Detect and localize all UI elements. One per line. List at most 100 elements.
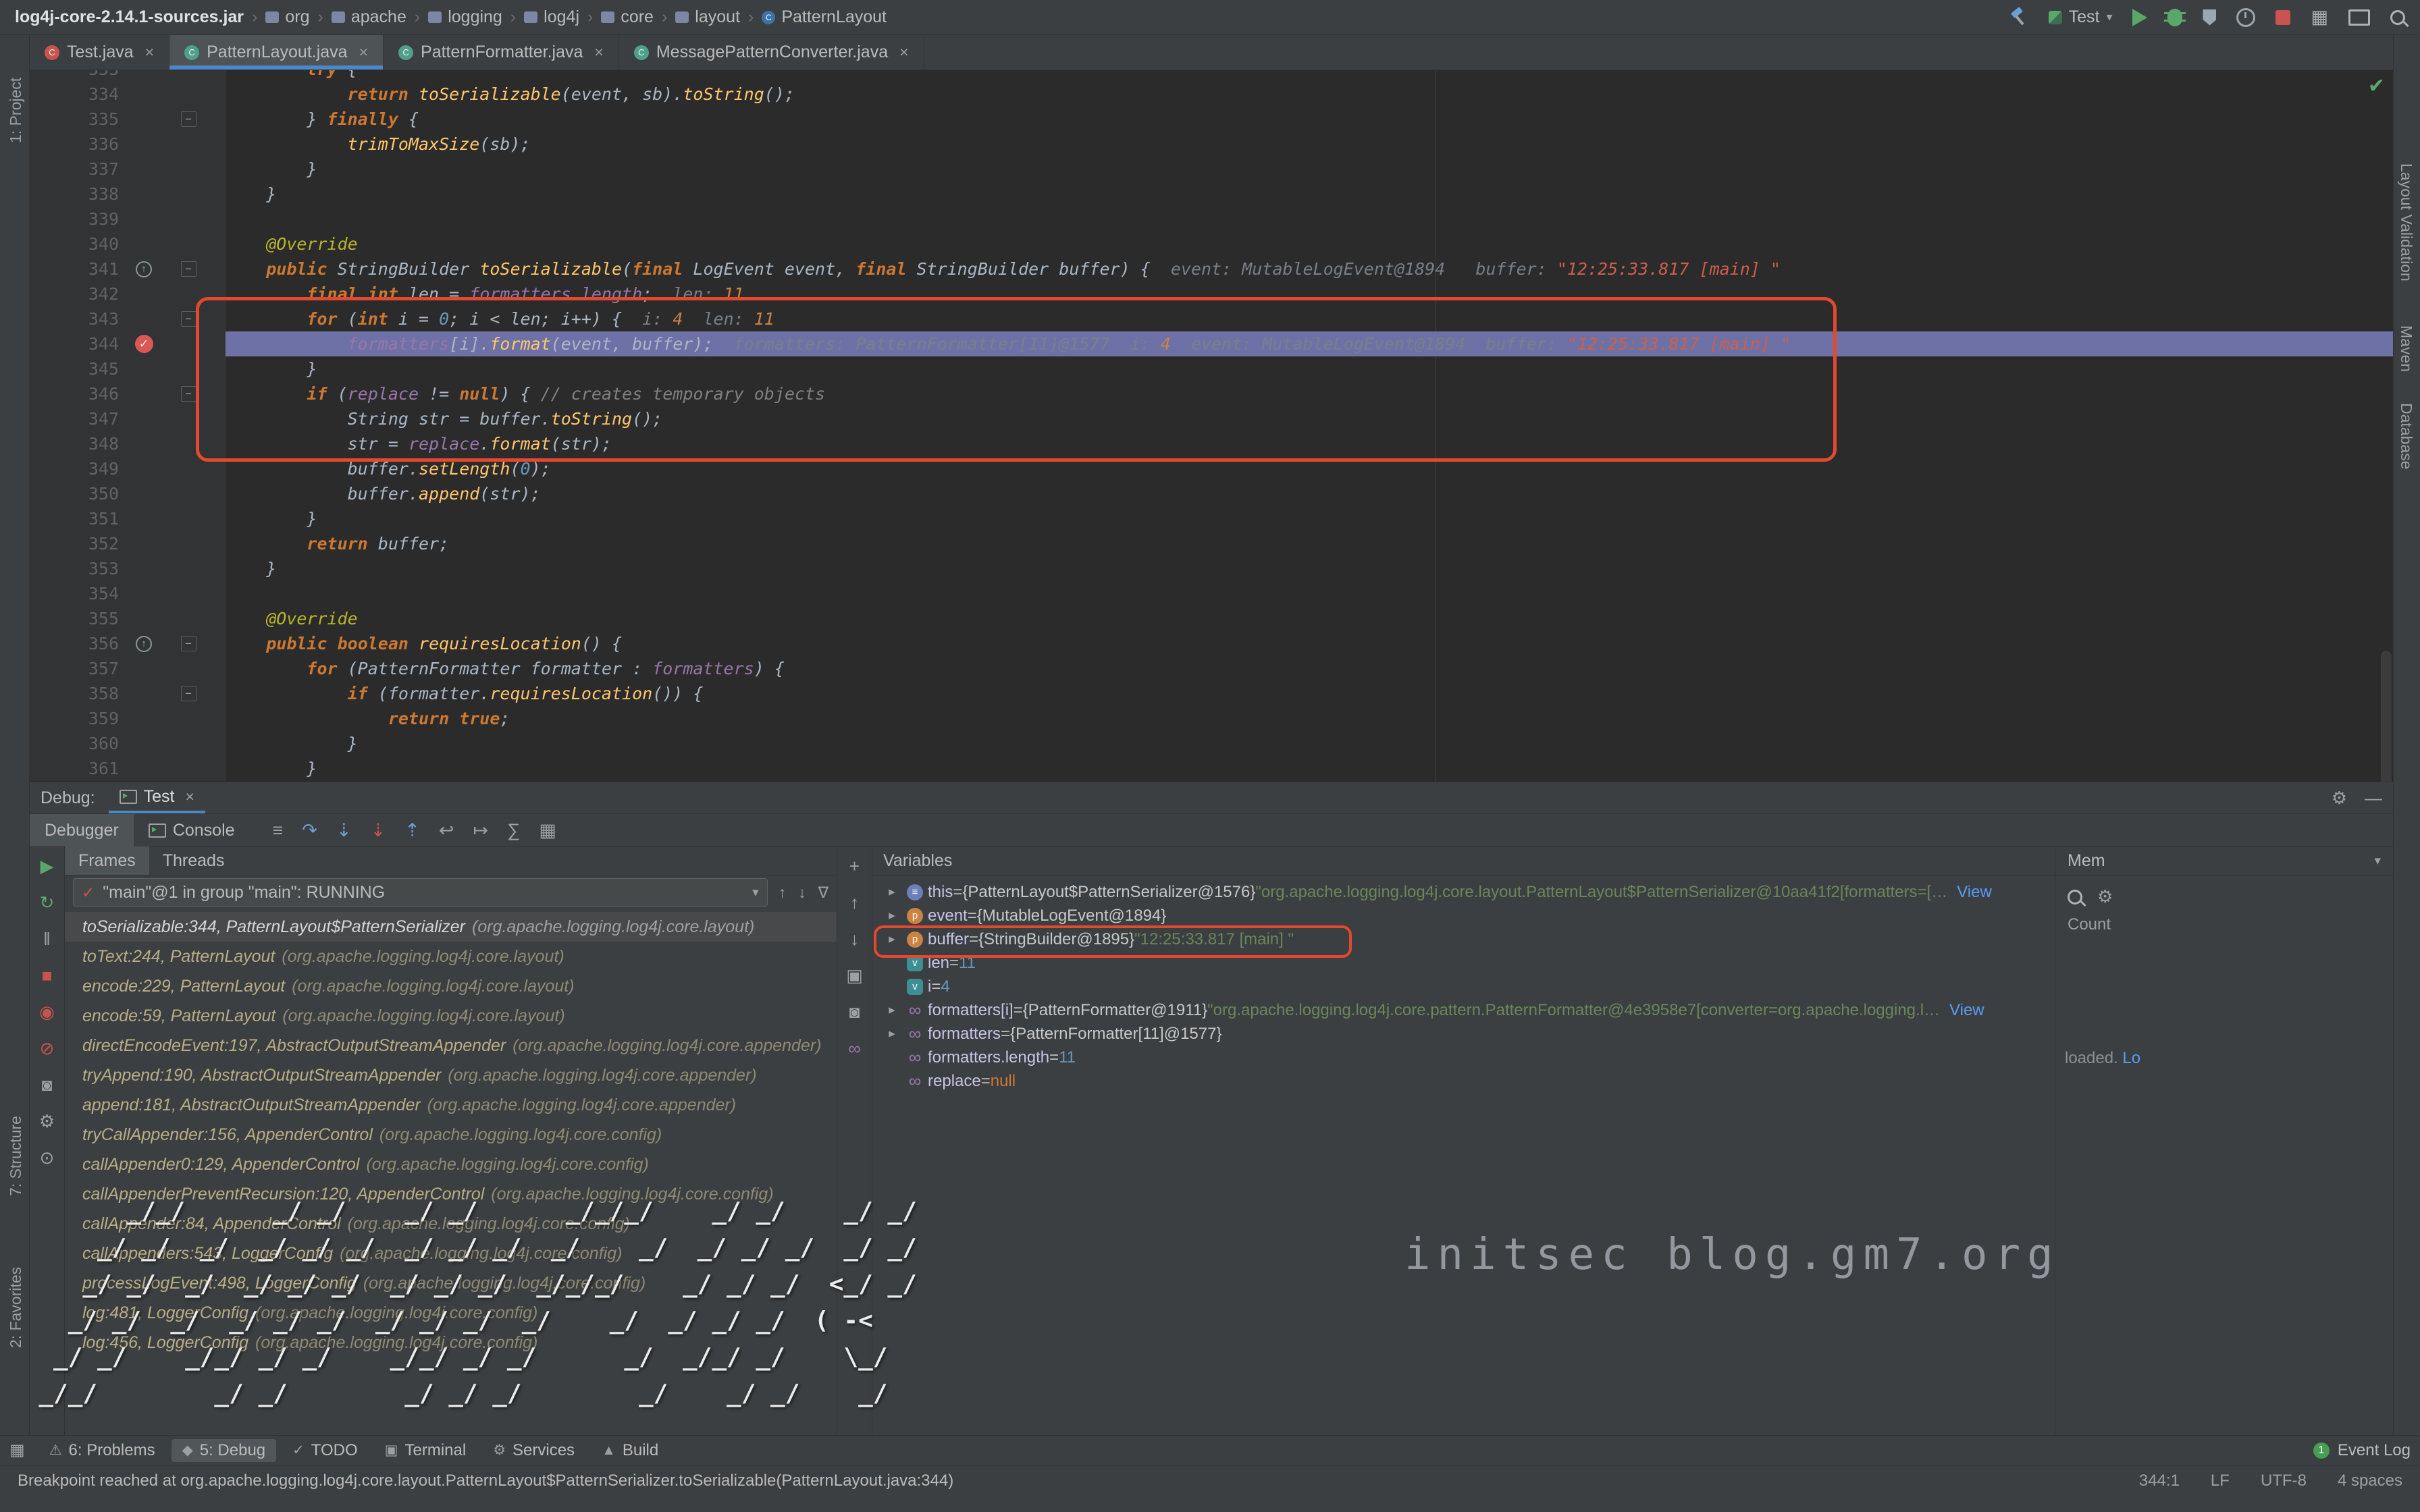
expand-chevron-icon[interactable]: ▸ bbox=[882, 884, 902, 900]
gear-icon[interactable]: ⚙ bbox=[2332, 788, 2347, 809]
pause-icon[interactable]: ‖ bbox=[43, 929, 51, 950]
fold-icon[interactable]: − bbox=[181, 261, 196, 277]
sidebar-item-favorites[interactable]: 2: Favorites bbox=[7, 1267, 25, 1348]
line-number[interactable]: 334 bbox=[30, 82, 119, 107]
watch-values-icon[interactable]: ∞ bbox=[848, 1038, 861, 1059]
toolwindow-button[interactable]: ⚠6: Problems bbox=[38, 1439, 166, 1462]
editor-scrollbar[interactable] bbox=[2381, 651, 2392, 782]
sidebar-item-project[interactable]: 1: Project bbox=[7, 78, 25, 143]
line-number[interactable]: 336 bbox=[30, 132, 119, 157]
line-number[interactable]: 337 bbox=[30, 157, 119, 182]
run-to-cursor-icon[interactable]: ↦ bbox=[473, 820, 488, 841]
code-text[interactable]: } bbox=[226, 157, 2393, 182]
code-text[interactable]: } bbox=[226, 506, 2393, 531]
pin-icon[interactable]: ⊙ bbox=[40, 1148, 55, 1168]
close-tab-icon[interactable]: × bbox=[145, 43, 154, 61]
rerun-icon[interactable]: ↻ bbox=[40, 892, 55, 913]
tab-frames[interactable]: Frames bbox=[65, 846, 149, 875]
profiler-icon[interactable] bbox=[2236, 8, 2255, 27]
navigate-up-icon[interactable]: ↑ bbox=[850, 892, 859, 913]
stack-frame-row[interactable]: callAppender:84, AppenderControl(org.apa… bbox=[65, 1209, 837, 1239]
code-text[interactable]: } bbox=[226, 556, 2393, 581]
resume-icon[interactable]: ▶ bbox=[41, 856, 54, 877]
expand-chevron-icon[interactable]: ▸ bbox=[882, 908, 902, 923]
sidebar-item-structure[interactable]: 7: Structure bbox=[7, 1116, 25, 1196]
thread-selector[interactable]: ✓ "main"@1 in group "main": RUNNING ▾ bbox=[73, 878, 768, 907]
stack-frame-row[interactable]: encode:59, PatternLayout(org.apache.logg… bbox=[65, 1001, 837, 1031]
navigate-down-icon[interactable]: ↓ bbox=[850, 929, 859, 950]
step-over-icon[interactable]: ↷ bbox=[302, 820, 317, 841]
code-text[interactable]: } bbox=[226, 356, 2393, 381]
breadcrumb-item[interactable]: log4j-core-2.14.1-sources.jar bbox=[15, 7, 244, 27]
breadcrumb-item[interactable]: apache bbox=[332, 7, 406, 27]
fold-icon[interactable]: − bbox=[181, 111, 196, 127]
code-text[interactable] bbox=[226, 207, 2393, 232]
view-link[interactable]: View bbox=[1957, 883, 1992, 902]
variable-row[interactable]: ▸∞formatters = {PatternFormatter[11]@157… bbox=[872, 1022, 2055, 1046]
override-method-icon[interactable]: ↑ bbox=[136, 261, 152, 277]
code-text[interactable]: } finally { bbox=[226, 107, 2393, 132]
line-number[interactable]: 354 bbox=[30, 581, 119, 606]
variable-row[interactable]: ▸∞formatters[i] = {PatternFormatter@1911… bbox=[872, 998, 2055, 1022]
restore-layout-icon[interactable]: ≡ bbox=[273, 820, 284, 841]
code-text[interactable]: str = replace.format(str); bbox=[226, 431, 2393, 456]
line-number[interactable]: 359 bbox=[30, 706, 119, 731]
breadcrumb-item[interactable]: logging bbox=[428, 7, 502, 27]
toolwindow-switcher-icon[interactable]: ▦ bbox=[9, 1440, 25, 1460]
expand-chevron-icon[interactable]: ▸ bbox=[882, 1002, 902, 1018]
line-number[interactable]: 357 bbox=[30, 656, 119, 681]
sidebar-item-database[interactable]: Database bbox=[2397, 403, 2415, 469]
next-frame-icon[interactable]: ↓ bbox=[798, 884, 806, 902]
prev-frame-icon[interactable]: ↑ bbox=[779, 884, 787, 902]
line-number[interactable]: 342 bbox=[30, 281, 119, 306]
chevron-down-icon[interactable]: ▾ bbox=[2374, 853, 2381, 869]
line-number[interactable]: 347 bbox=[30, 406, 119, 431]
sidebar-item-maven[interactable]: Maven bbox=[2397, 325, 2415, 372]
line-number[interactable]: 344 bbox=[30, 331, 119, 356]
close-tab-icon[interactable]: × bbox=[359, 43, 368, 61]
breadcrumb-item[interactable]: CPatternLayout bbox=[762, 7, 887, 27]
fold-icon[interactable]: − bbox=[181, 386, 196, 402]
editor-tab[interactable]: CMessagePatternConverter.java× bbox=[619, 35, 924, 70]
line-number[interactable]: 343 bbox=[30, 306, 119, 331]
editor-tab[interactable]: CTest.java× bbox=[30, 35, 169, 70]
line-number[interactable]: 338 bbox=[30, 182, 119, 207]
variable-row[interactable]: ▸pevent = {MutableLogEvent@1894} bbox=[872, 904, 2055, 927]
caret-position[interactable]: 344:1 bbox=[2139, 1472, 2180, 1490]
mute-breakpoints-icon[interactable]: ⊘ bbox=[40, 1038, 55, 1059]
run-config-select[interactable]: Test ▾ bbox=[2049, 7, 2113, 27]
stack-frame-row[interactable]: toText:244, PatternLayout(org.apache.log… bbox=[65, 942, 837, 971]
fold-icon[interactable]: − bbox=[181, 636, 196, 651]
line-number[interactable]: 352 bbox=[30, 531, 119, 556]
line-separator[interactable]: LF bbox=[2211, 1472, 2230, 1490]
line-number[interactable]: 350 bbox=[30, 481, 119, 506]
gear-icon[interactable]: ⚙ bbox=[2097, 886, 2113, 907]
line-number[interactable]: 341 bbox=[30, 256, 119, 281]
debugger-settings-icon[interactable]: ⚙ bbox=[39, 1111, 55, 1132]
force-step-into-icon[interactable]: ⇣ bbox=[371, 820, 386, 841]
tab-console[interactable]: Console bbox=[134, 814, 250, 846]
code-text[interactable]: trimToMaxSize(sb); bbox=[226, 132, 2393, 157]
line-number[interactable]: 360 bbox=[30, 731, 119, 756]
stack-frame-row[interactable]: callAppender0:129, AppenderControl(org.a… bbox=[65, 1150, 837, 1179]
stack-frame-row[interactable]: callAppenderPreventRecursion:120, Append… bbox=[65, 1179, 837, 1209]
expand-chevron-icon[interactable]: ▸ bbox=[882, 932, 902, 947]
breadcrumb-item[interactable]: core bbox=[601, 7, 654, 27]
thread-dump-icon[interactable]: ◙ bbox=[42, 1075, 53, 1096]
code-text[interactable]: return true; bbox=[226, 706, 2393, 731]
code-text[interactable]: for (int i = 0; i < len; i++) { i: 4 len… bbox=[226, 306, 2393, 331]
toolwindows-icon[interactable]: ▦ bbox=[2311, 7, 2328, 28]
view-breakpoints-icon[interactable]: ◉ bbox=[39, 1002, 55, 1023]
code-text[interactable]: return buffer; bbox=[226, 531, 2393, 556]
stack-frame-row[interactable]: processLogEvent:498, LoggerConfig(org.ap… bbox=[65, 1268, 837, 1298]
line-number[interactable]: 333 bbox=[30, 70, 119, 82]
line-number[interactable]: 353 bbox=[30, 556, 119, 581]
code-text[interactable]: String str = buffer.toString(); bbox=[226, 406, 2393, 431]
stack-frame-row[interactable]: append:181, AbstractOutputStreamAppender… bbox=[65, 1090, 837, 1120]
variable-row[interactable]: vlen = 11 bbox=[872, 951, 2055, 975]
close-tab-icon[interactable]: × bbox=[899, 43, 908, 61]
toolwindow-button[interactable]: ◆5: Debug bbox=[172, 1439, 277, 1462]
code-text[interactable]: formatters[i].format(event, buffer); for… bbox=[226, 331, 2393, 356]
stack-frame-row[interactable]: tryCallAppender:156, AppenderControl(org… bbox=[65, 1120, 837, 1150]
tab-debugger[interactable]: Debugger bbox=[30, 814, 134, 846]
